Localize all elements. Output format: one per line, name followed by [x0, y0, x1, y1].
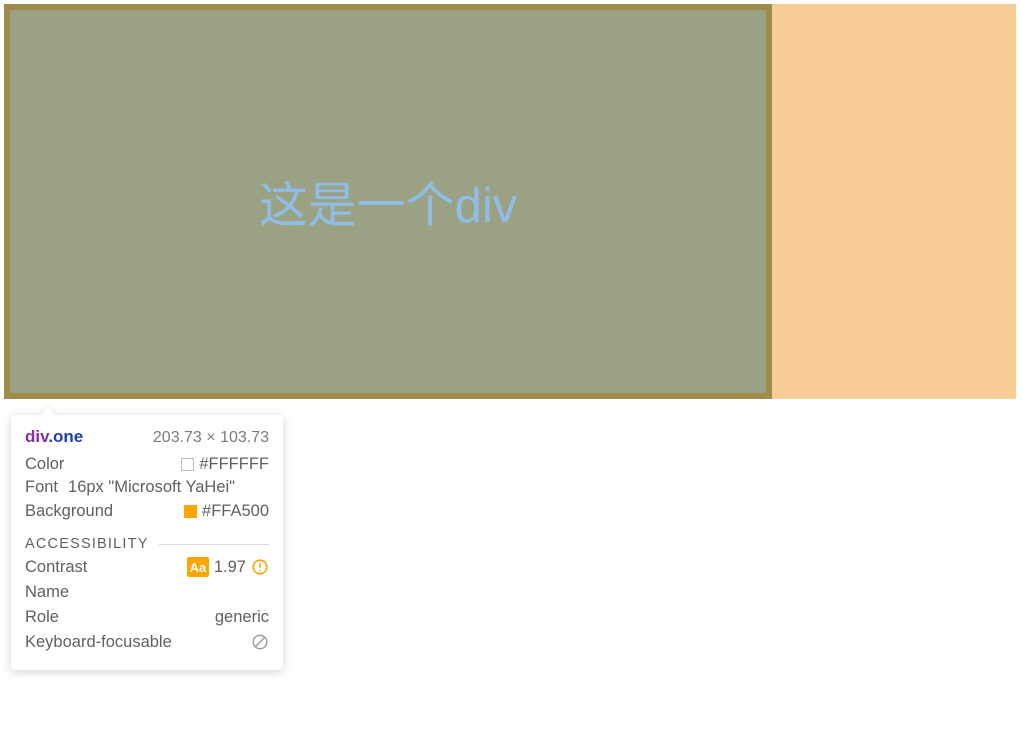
- value-font: 16px "Microsoft YaHei": [68, 478, 235, 497]
- row-font: Font 16px "Microsoft YaHei": [25, 478, 269, 497]
- element-selector: div.one: [25, 427, 83, 447]
- inspected-div-text: 这是一个div: [259, 166, 518, 237]
- background-swatch-icon: [184, 505, 197, 518]
- row-background: Background #FFA500: [25, 500, 269, 522]
- selector-tagname: div: [25, 427, 48, 446]
- value-background: #FFA500: [184, 502, 269, 521]
- label-font: Font: [25, 478, 58, 497]
- label-background: Background: [25, 502, 113, 521]
- contrast-aa-badge: Aa: [187, 557, 209, 577]
- row-name: Name: [25, 581, 269, 603]
- selector-classname: .one: [48, 427, 83, 446]
- warning-icon: [251, 558, 269, 576]
- label-contrast: Contrast: [25, 558, 87, 577]
- label-color: Color: [25, 455, 64, 474]
- color-swatch-icon: [181, 458, 194, 471]
- row-role: Role generic: [25, 606, 269, 628]
- row-color: Color #FFFFFF: [25, 453, 269, 475]
- row-contrast: Contrast Aa 1.97: [25, 556, 269, 578]
- value-keyboard: [251, 633, 269, 651]
- element-row: 这是一个div: [0, 0, 1023, 399]
- value-role: generic: [215, 608, 269, 627]
- accessibility-section-title: ACCESSIBILITY: [25, 536, 269, 552]
- tooltip-header: div.one 203.73 × 103.73: [25, 427, 269, 447]
- background-hex: #FFA500: [202, 502, 269, 521]
- label-role: Role: [25, 608, 59, 627]
- contrast-ratio: 1.97: [214, 558, 246, 577]
- element-dimensions: 203.73 × 103.73: [153, 429, 269, 447]
- value-contrast: Aa 1.97: [187, 557, 269, 577]
- color-hex: #FFFFFF: [199, 455, 269, 474]
- not-allowed-icon: [251, 633, 269, 651]
- devtools-inspect-tooltip: div.one 203.73 × 103.73 Color #FFFFFF Fo…: [11, 415, 283, 670]
- value-color: #FFFFFF: [181, 455, 269, 474]
- row-keyboard-focusable: Keyboard-focusable: [25, 631, 269, 653]
- inspected-div[interactable]: 这是一个div: [4, 4, 772, 399]
- adjacent-div: [772, 4, 1016, 399]
- label-name: Name: [25, 583, 69, 602]
- label-keyboard: Keyboard-focusable: [25, 633, 172, 652]
